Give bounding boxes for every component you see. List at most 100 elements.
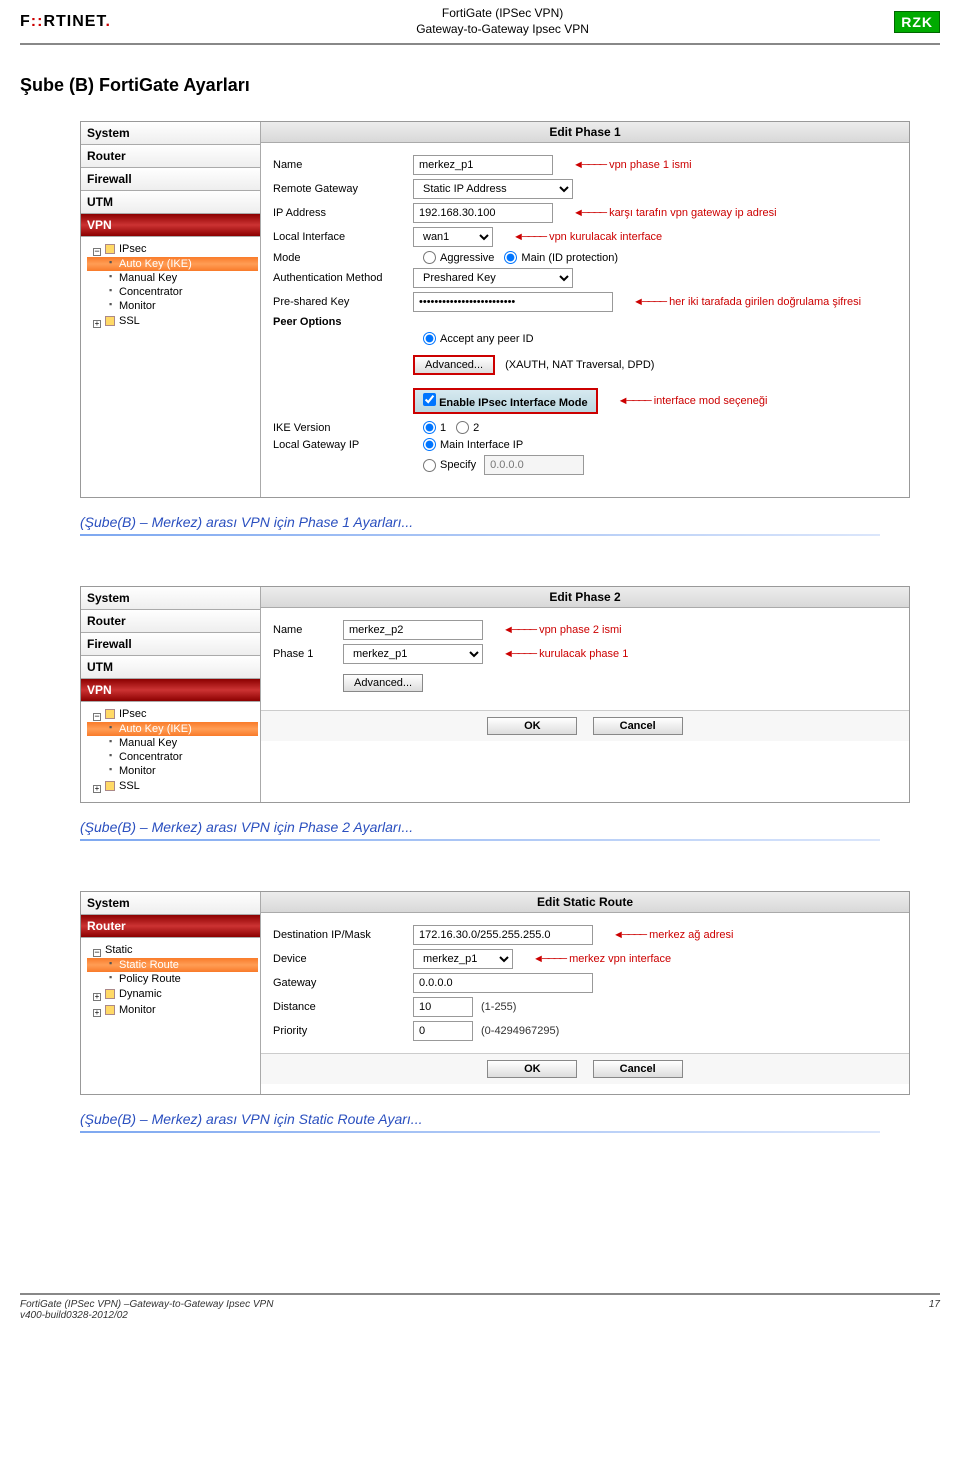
auth-label: Authentication Method [273,272,413,284]
doc-title-2: Gateway-to-Gateway Ipsec VPN [416,22,589,38]
phase2-sidebar: System Router Firewall UTM VPN IPsec Aut… [81,587,261,802]
tree-ipsec[interactable]: IPsec [87,241,258,257]
sidebar3-system[interactable]: System [81,892,260,915]
tree2-concentrator[interactable]: Concentrator [87,750,258,764]
folder-icon [105,709,115,719]
lgw-specify-input[interactable] [484,455,584,475]
folder-icon [105,989,115,999]
tree3-policy-route[interactable]: Policy Route [87,972,258,986]
tree-concentrator[interactable]: Concentrator [87,285,258,299]
caption-rule-3 [80,1131,880,1133]
tree3-static-route[interactable]: Static Route [87,958,258,972]
pri-input[interactable] [413,1021,473,1041]
sidebar-firewall[interactable]: Firewall [81,168,260,191]
ike-1-radio[interactable] [423,421,436,434]
caption-route: (Şube(B) – Merkez) arası VPN için Static… [80,1111,940,1127]
vpn-tree: IPsec Auto Key (IKE) Manual Key Concentr… [81,237,260,337]
tree3-dynamic[interactable]: Dynamic [87,986,258,1002]
tree-autokey[interactable]: Auto Key (IKE) [87,257,258,271]
advanced-button[interactable]: Advanced... [413,355,495,375]
peer-accept-radio[interactable] [423,332,436,345]
dev-select[interactable]: merkez_p1 [413,949,513,969]
tree-manualkey[interactable]: Manual Key [87,271,258,285]
advanced-hint: (XAUTH, NAT Traversal, DPD) [505,359,654,371]
p2-p1-select[interactable]: merkez_p1 [343,644,483,664]
phase1-content: Edit Phase 1 Name ◄────vpn phase 1 ismi … [261,122,909,497]
ike-2-radio[interactable] [456,421,469,434]
psk-label: Pre-shared Key [273,296,413,308]
sidebar-utm[interactable]: UTM [81,191,260,214]
auth-select[interactable]: Preshared Key [413,268,573,288]
vpn-tree-2: IPsec Auto Key (IKE) Manual Key Concentr… [81,702,260,802]
doc-footer: FortiGate (IPSec VPN) –Gateway-to-Gatewa… [20,1293,940,1321]
p2-cancel-button[interactable]: Cancel [593,717,683,735]
gw-input[interactable] [413,973,593,993]
sidebar2-utm[interactable]: UTM [81,656,260,679]
tree2-monitor[interactable]: Monitor [87,764,258,778]
fortinet-logo: F::RTINET. [20,13,111,31]
p2-name-input[interactable] [343,620,483,640]
route-sidebar: System Router Static Static Route Policy… [81,892,261,1094]
sidebar-vpn[interactable]: VPN [81,214,260,237]
annot-psk: ◄────her iki tarafada girilen doğrulama … [633,296,861,308]
phase1-panel-title: Edit Phase 1 [261,122,909,143]
name-input[interactable] [413,155,553,175]
folder-icon [105,1005,115,1015]
ip-input[interactable] [413,203,553,223]
psk-input[interactable] [413,292,613,312]
rzk-logo: RZK [894,11,940,33]
tree3-static[interactable]: Static [87,942,258,958]
route-panel-title: Edit Static Route [261,892,909,913]
mode-label: Mode [273,252,413,264]
sidebar-system[interactable]: System [81,122,260,145]
phase1-window: System Router Firewall UTM VPN IPsec Aut… [80,121,910,498]
lgw-label: Local Gateway IP [273,439,413,451]
phase2-window: System Router Firewall UTM VPN IPsec Aut… [80,586,910,803]
phase1-sidebar: System Router Firewall UTM VPN IPsec Aut… [81,122,261,497]
gw-label: Gateway [273,977,413,989]
p2-ok-button[interactable]: OK [487,717,577,735]
phase2-content: Edit Phase 2 Name ◄────vpn phase 2 ismi … [261,587,909,802]
enable-ipsec-box: Enable IPsec Interface Mode [413,388,598,414]
route-content: Edit Static Route Destination IP/Mask ◄─… [261,892,909,1094]
lgw-specify-radio[interactable] [423,459,436,472]
phase2-panel-title: Edit Phase 2 [261,587,909,608]
tree2-autokey[interactable]: Auto Key (IKE) [87,722,258,736]
section-title: Şube (B) FortiGate Ayarları [20,75,940,96]
rg-select[interactable]: Static IP Address [413,179,573,199]
doc-header-titles: FortiGate (IPSec VPN) Gateway-to-Gateway… [416,6,589,37]
enable-ipsec-checkbox[interactable] [423,393,436,406]
mode-main-radio[interactable] [504,251,517,264]
sidebar2-router[interactable]: Router [81,610,260,633]
dst-input[interactable] [413,925,593,945]
sidebar2-vpn[interactable]: VPN [81,679,260,702]
dist-label: Distance [273,1001,413,1013]
page-number: 17 [929,1299,940,1321]
sidebar2-system[interactable]: System [81,587,260,610]
route-cancel-button[interactable]: Cancel [593,1060,683,1078]
tree2-manualkey[interactable]: Manual Key [87,736,258,750]
sidebar3-router[interactable]: Router [81,915,260,938]
tree2-ipsec[interactable]: IPsec [87,706,258,722]
tree3-monitor[interactable]: Monitor [87,1002,258,1018]
annot-p2-name: ◄────vpn phase 2 ismi [503,624,622,636]
caption-phase2: (Şube(B) – Merkez) arası VPN için Phase … [80,819,940,835]
mode-aggressive-radio[interactable] [423,251,436,264]
tree2-ssl[interactable]: SSL [87,778,258,794]
li-label: Local Interface [273,231,413,243]
sidebar-router[interactable]: Router [81,145,260,168]
tree-ssl[interactable]: SSL [87,313,258,329]
sidebar2-firewall[interactable]: Firewall [81,633,260,656]
doc-header: F::RTINET. FortiGate (IPSec VPN) Gateway… [20,0,940,45]
lgw-main-radio[interactable] [423,438,436,451]
p2-advanced-button[interactable]: Advanced... [343,674,423,692]
li-select[interactable]: wan1 [413,227,493,247]
folder-icon [105,781,115,791]
dist-input[interactable] [413,997,473,1017]
footer-line2: v400-build0328-2012/02 [20,1310,273,1321]
route-window: System Router Static Static Route Policy… [80,891,910,1095]
p2-buttonbar: OK Cancel [261,710,909,741]
tree-monitor[interactable]: Monitor [87,299,258,313]
caption-rule-2 [80,839,880,841]
route-ok-button[interactable]: OK [487,1060,577,1078]
